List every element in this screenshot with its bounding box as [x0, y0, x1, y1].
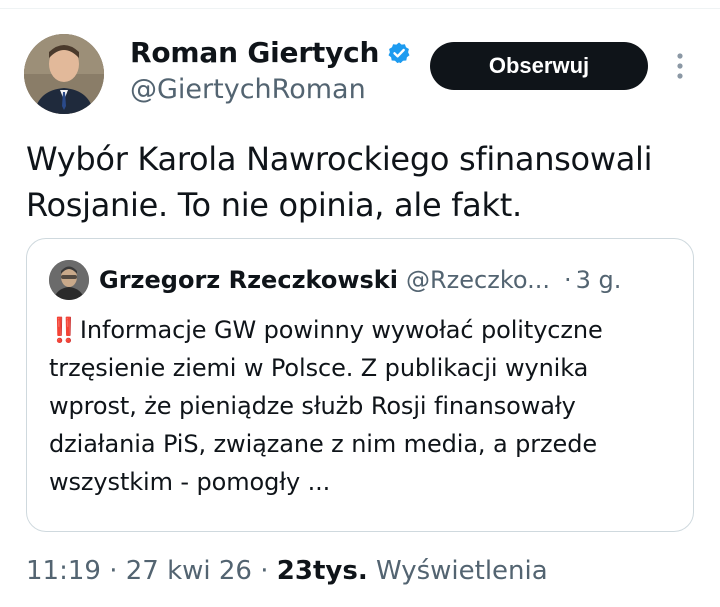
double-exclamation-icon: ‼️ — [49, 316, 79, 344]
top-divider — [0, 8, 720, 9]
author-handle[interactable]: @GiertychRoman — [130, 74, 366, 105]
author-name[interactable]: Roman Giertych — [130, 36, 379, 69]
author-name-row: Roman Giertych — [130, 36, 411, 69]
quoted-text: Informacje GW powinny wywołać polityczne… — [49, 316, 603, 496]
quoted-time: 3 g. — [575, 266, 622, 294]
quoted-author-name: Grzegorz Rzeczkowski — [99, 266, 398, 294]
follow-button[interactable]: Obserwuj — [430, 42, 648, 90]
quoted-author-avatar — [49, 260, 89, 300]
tweet-date[interactable]: 27 kwi 26 — [126, 556, 252, 586]
tweet-text: Wybór Karola Nawrockiego sfinansowali Ro… — [26, 140, 653, 224]
quoted-header: Grzegorz Rzeczkowski @Rzeczko... · 3 g. — [99, 265, 679, 295]
quoted-text-block: ‼️ Informacje GW powinny wywołać politycz… — [49, 311, 679, 501]
verified-badge-icon — [387, 41, 411, 65]
meta-separator-2: · — [251, 556, 277, 586]
views-label: Wyświetlenia — [367, 556, 548, 586]
meta-separator-1: · — [100, 556, 126, 586]
tweet-time[interactable]: 11:19 — [26, 556, 101, 586]
author-avatar[interactable] — [24, 34, 104, 114]
quoted-separator: · — [564, 266, 572, 294]
tweet-meta: 11:19 · 27 kwi 26 · 23tys. Wyświetlenia — [26, 554, 548, 588]
more-vertical-icon[interactable] — [670, 50, 690, 82]
quoted-author-handle: @Rzeczko... — [405, 266, 551, 294]
quoted-tweet-card[interactable]: Grzegorz Rzeczkowski @Rzeczko... · 3 g. ‼️ I… — [26, 238, 694, 532]
views-count: 23tys. — [276, 556, 368, 586]
